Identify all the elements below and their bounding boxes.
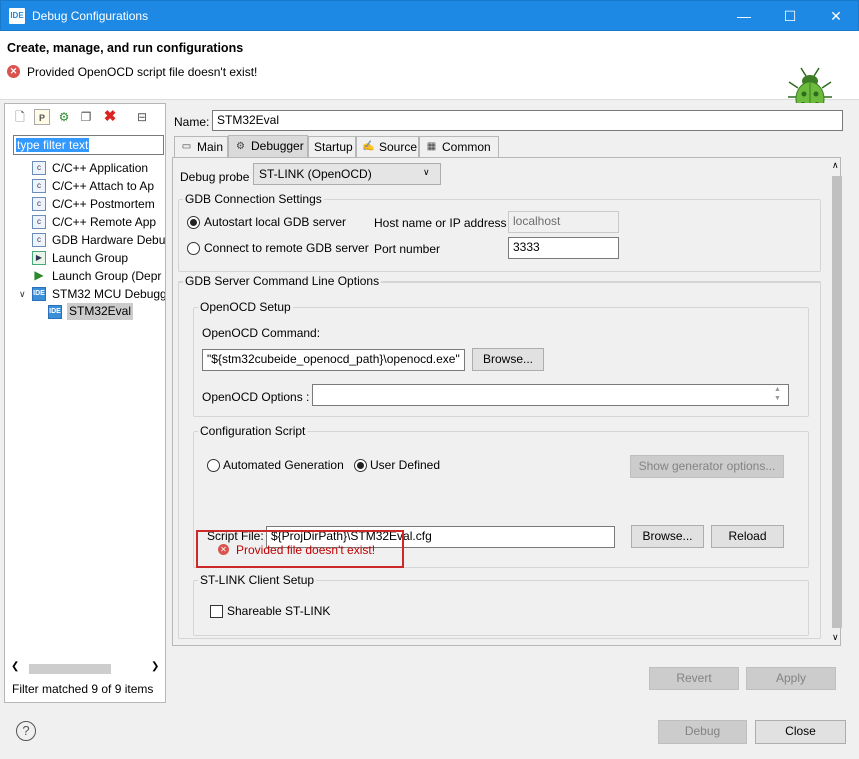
minimize-icon[interactable]: — <box>721 1 767 31</box>
error-icon: ✕ <box>218 544 229 555</box>
remote-label: Connect to remote GDB server <box>204 241 369 255</box>
close-icon[interactable]: ✕ <box>813 1 859 31</box>
export-icon[interactable]: ⚙ <box>56 109 72 125</box>
config-toolbar: 🗋 P ⚙ ❐ ✖ ⊟ <box>5 104 165 130</box>
debugger-tab-content: Debug probe ST-LINK (OpenOCD) ∨ GDB Conn… <box>172 157 842 646</box>
delete-icon[interactable]: ✖ <box>102 109 118 125</box>
autostart-label: Autostart local GDB server <box>204 215 347 229</box>
debug-probe-select[interactable]: ST-LINK (OpenOCD) ∨ <box>253 163 441 185</box>
openocd-command-label: OpenOCD Command: <box>202 326 321 340</box>
tree-item-c-cpp-remote[interactable]: c C/C++ Remote App <box>5 213 165 231</box>
scroll-thumb[interactable] <box>29 664 111 674</box>
gdb-connection-group: GDB Connection Settings Autostart local … <box>178 192 821 272</box>
common-tab-icon: ▦ <box>426 141 437 152</box>
tree-item-c-cpp-application[interactable]: c C/C++ Application <box>5 159 165 177</box>
config-editor-panel: Name: STM32Eval ▭ Main ⚙ Debugger Startu… <box>168 103 854 703</box>
scroll-up-icon[interactable]: ∧ <box>832 160 839 171</box>
apply-button[interactable]: Apply <box>746 667 836 690</box>
shareable-stlink-checkbox[interactable] <box>210 605 223 618</box>
close-button[interactable]: Close <box>755 720 846 744</box>
user-defined-radio[interactable] <box>354 459 367 472</box>
name-input[interactable]: STM32Eval <box>212 110 843 131</box>
reload-button[interactable]: Reload <box>711 525 784 548</box>
new-config-icon[interactable]: 🗋 <box>12 109 28 125</box>
launch-icon: ▶ <box>34 268 44 282</box>
title-bar: IDE Debug Configurations — ☐ ✕ <box>0 0 859 31</box>
tree-item-stm32-mcu-debugging[interactable]: ∨ IDE STM32 MCU Debugg <box>5 285 165 303</box>
script-error-box: ✕ Provided file doesn't exist! <box>196 530 404 568</box>
c-icon: c <box>32 161 46 175</box>
tab-main[interactable]: ▭ Main <box>174 136 228 157</box>
dialog-header: Create, manage, and run configurations ✕… <box>0 31 859 117</box>
user-defined-label: User Defined <box>370 458 441 472</box>
host-label: Host name or IP address <box>374 216 507 230</box>
tree-item-gdb-hardware[interactable]: c GDB Hardware Debu <box>5 231 165 249</box>
host-input[interactable]: localhost <box>508 211 619 233</box>
ide-icon: IDE <box>48 305 62 319</box>
script-error-text: Provided file doesn't exist! <box>236 543 376 557</box>
openocd-command-input[interactable]: "${stm32cubeide_openocd_path}\openocd.ex… <box>202 349 465 371</box>
launch-group-icon: ▶ <box>32 251 46 265</box>
tree-item-launch-group[interactable]: ▶ Launch Group <box>5 249 165 267</box>
tree-item-stm32eval[interactable]: IDE STM32Eval <box>5 303 165 321</box>
tab-startup[interactable]: Startup <box>308 136 356 157</box>
tree-item-c-cpp-attach[interactable]: c C/C++ Attach to Ap <box>5 177 165 195</box>
shareable-stlink-label: Shareable ST-LINK <box>227 604 331 618</box>
port-label: Port number <box>374 242 441 256</box>
tab-source[interactable]: ✍ Source <box>356 136 419 157</box>
script-browse-button[interactable]: Browse... <box>631 525 704 548</box>
vertical-scrollbar[interactable]: ∧ ∨ <box>828 158 845 647</box>
show-generator-options-button[interactable]: Show generator options... <box>630 455 784 478</box>
collapse-all-icon[interactable]: ⊟ <box>134 109 150 125</box>
main-tab-icon: ▭ <box>181 141 192 152</box>
filter-status: Filter matched 9 of 9 items <box>12 682 154 696</box>
help-icon[interactable]: ? <box>16 721 36 741</box>
window-title: Debug Configurations <box>32 9 149 23</box>
chevron-down-icon: ∨ <box>423 167 430 177</box>
tab-common[interactable]: ▦ Common <box>419 136 499 157</box>
duplicate-icon[interactable]: ❐ <box>78 109 94 125</box>
source-tab-icon: ✍ <box>362 141 375 152</box>
app-icon: IDE <box>9 8 25 24</box>
error-icon: ✕ <box>7 65 20 78</box>
openocd-browse-button[interactable]: Browse... <box>472 348 544 371</box>
tree-item-launch-group-deprecated[interactable]: ▶ Launch Group (Depr <box>5 267 165 285</box>
new-prototype-icon[interactable]: P <box>34 109 50 125</box>
autostart-radio[interactable] <box>187 216 200 229</box>
chevron-down-icon[interactable]: ∨ <box>19 285 26 303</box>
scroll-left-icon[interactable]: ❮ <box>11 661 19 672</box>
ide-icon: IDE <box>32 287 46 301</box>
header-message: Provided OpenOCD script file doesn't exi… <box>27 65 258 79</box>
openocd-options-input[interactable] <box>312 384 789 406</box>
automated-generation-radio[interactable] <box>207 459 220 472</box>
tree-item-c-cpp-postmortem[interactable]: c C/C++ Postmortem <box>5 195 165 213</box>
debug-button[interactable]: Debug <box>658 720 747 744</box>
debug-probe-label: Debug probe <box>180 170 250 184</box>
maximize-icon[interactable]: ☐ <box>767 1 813 31</box>
revert-button[interactable]: Revert <box>649 667 739 690</box>
c-icon: c <box>32 233 46 247</box>
openocd-setup-group: OpenOCD Setup OpenOCD Command: "${stm32c… <box>193 300 809 417</box>
scroll-down-icon[interactable]: ∨ <box>832 632 839 643</box>
config-list-panel: 🗋 P ⚙ ❐ ✖ ⊟ type filter text c C/C++ App… <box>4 103 166 703</box>
scroll-right-icon[interactable]: ❯ <box>151 661 159 672</box>
automated-generation-label: Automated Generation <box>223 458 344 472</box>
spinner-icon[interactable]: ▲ ▼ <box>774 385 781 403</box>
openocd-options-label: OpenOCD Options : <box>202 390 310 404</box>
gdb-server-group: GDB Server Command Line Options OpenOCD … <box>178 274 821 639</box>
header-title: Create, manage, and run configurations <box>7 41 244 55</box>
debugger-tab-icon: ⚙ <box>236 141 245 152</box>
tab-debugger[interactable]: ⚙ Debugger <box>228 135 308 158</box>
c-icon: c <box>32 215 46 229</box>
stlink-client-group: ST-LINK Client Setup Shareable ST-LINK <box>193 573 809 636</box>
port-input[interactable]: 3333 <box>508 237 619 259</box>
remote-radio[interactable] <box>187 242 200 255</box>
name-label: Name: <box>174 115 210 129</box>
horizontal-scrollbar[interactable]: ❮ ❯ <box>9 660 163 677</box>
scroll-thumb[interactable] <box>832 176 842 628</box>
c-icon: c <box>32 197 46 211</box>
filter-input[interactable]: type filter text <box>13 135 164 155</box>
c-icon: c <box>32 179 46 193</box>
